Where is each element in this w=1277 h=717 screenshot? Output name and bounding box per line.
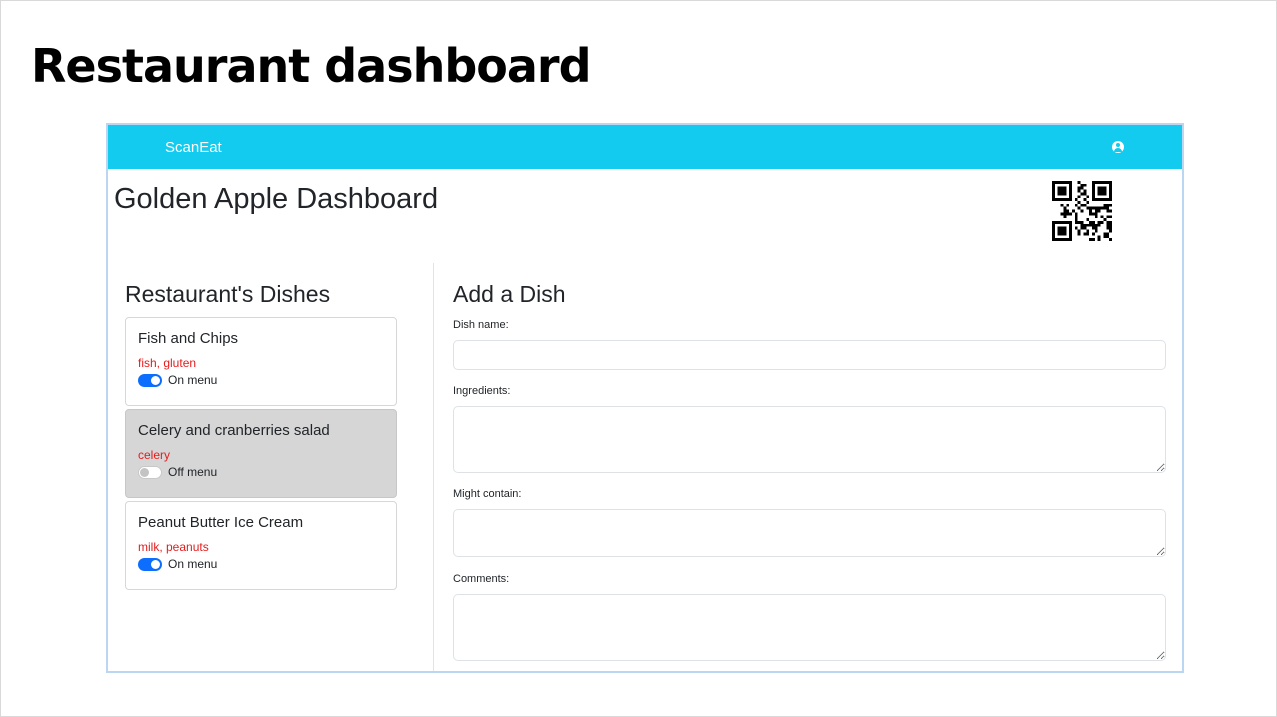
menu-status-label: On menu [168, 373, 218, 387]
dish-card[interactable]: Peanut Butter Ice Cream milk, peanuts On… [125, 501, 397, 590]
slide-title: Restaurant dashboard [31, 39, 592, 93]
toggle-knob [151, 375, 160, 385]
dish-name-input[interactable] [453, 340, 1166, 370]
add-dish-panel: Add a Dish Dish name: Ingredients: Might… [453, 263, 1166, 671]
dishes-panel: Restaurant's Dishes Fish and Chips fish,… [108, 263, 434, 671]
ingredients-textarea[interactable] [453, 406, 1166, 473]
menu-status-label: Off menu [168, 465, 218, 479]
dish-name: Fish and Chips [138, 330, 239, 347]
navbar: ScanEat [108, 125, 1182, 169]
dish-allergens: celery [138, 448, 171, 462]
user-circle-icon[interactable] [1112, 141, 1124, 153]
dish-name-label: Dish name: [453, 319, 509, 331]
might-contain-textarea[interactable] [453, 509, 1166, 557]
menu-toggle-row: Off menu [138, 465, 384, 479]
menu-toggle[interactable] [138, 373, 162, 387]
comments-textarea[interactable] [453, 594, 1166, 661]
dish-name: Peanut Butter Ice Cream [138, 514, 304, 531]
comments-label: Comments: [453, 573, 510, 585]
toggle-knob [140, 467, 149, 477]
menu-toggle[interactable] [138, 465, 162, 479]
dish-card[interactable]: Celery and cranberries salad celery Off … [125, 409, 397, 498]
dish-allergens: fish, gluten [138, 356, 197, 370]
add-dish-heading: Add a Dish [453, 281, 566, 307]
dashboard-title: Golden Apple Dashboard [114, 183, 439, 215]
menu-toggle-row: On menu [138, 557, 384, 571]
qr-code-icon [1052, 181, 1112, 241]
slide: Restaurant dashboard ScanEat Golden Appl… [0, 0, 1277, 717]
might-contain-label: Might contain: [453, 488, 522, 500]
menu-toggle[interactable] [138, 557, 162, 571]
brand-link[interactable]: ScanEat [165, 139, 222, 156]
dish-name: Celery and cranberries salad [138, 422, 330, 439]
app-window: ScanEat Golden Apple Dashboard Restauran… [106, 123, 1184, 673]
ingredients-label: Ingredients: [453, 385, 511, 397]
dish-list: Fish and Chips fish, gluten On menu Cele… [125, 317, 397, 593]
dish-allergens: milk, peanuts [138, 540, 209, 554]
menu-status-label: On menu [168, 557, 218, 571]
dishes-heading: Restaurant's Dishes [125, 281, 331, 307]
toggle-knob [151, 559, 160, 569]
menu-toggle-row: On menu [138, 373, 384, 387]
dish-card[interactable]: Fish and Chips fish, gluten On menu [125, 317, 397, 406]
